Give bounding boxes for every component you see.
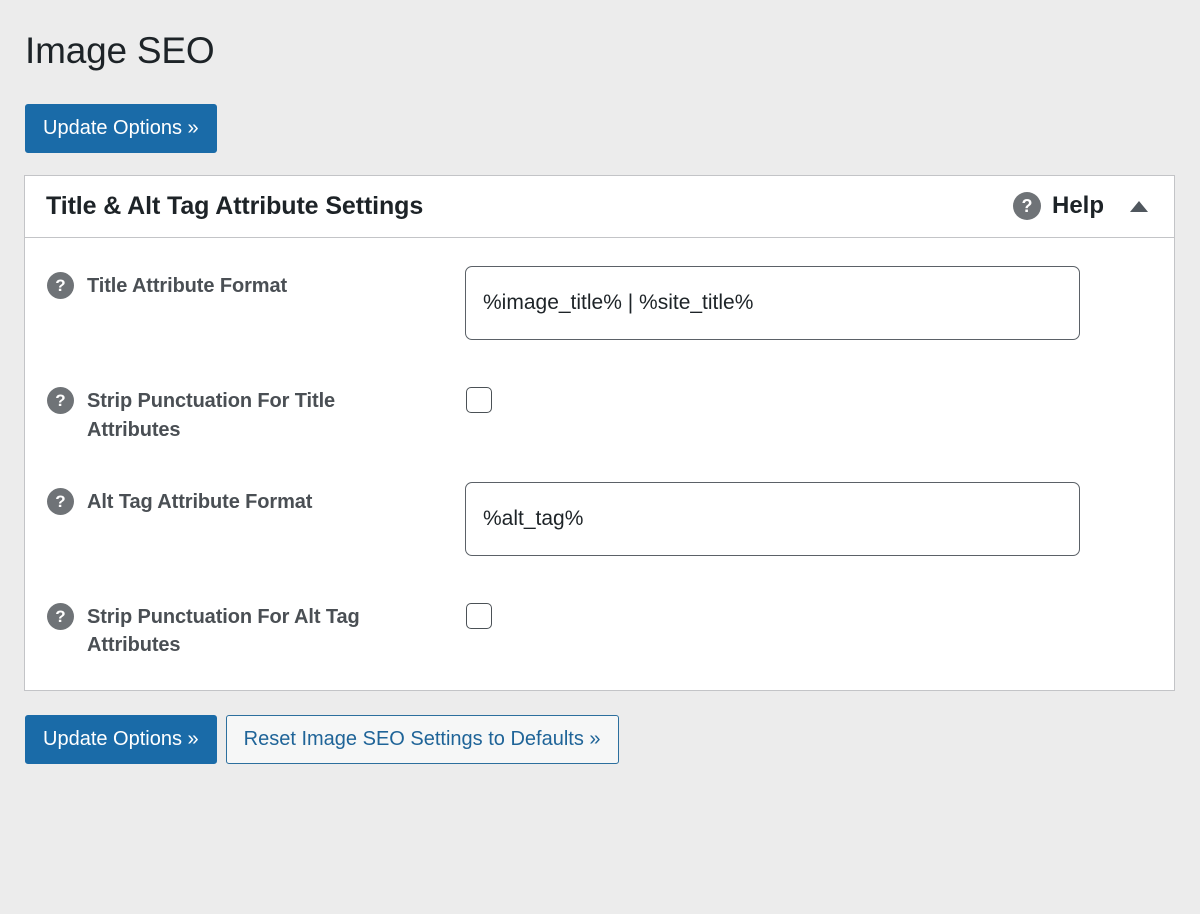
reset-settings-button[interactable]: Reset Image SEO Settings to Defaults » [226,715,619,764]
strip-punctuation-alt-tag-checkbox[interactable] [466,603,492,629]
strip-punctuation-title-checkbox[interactable] [466,387,492,413]
panel-header-actions: ? Help [1013,192,1156,220]
row-label: ? Strip Punctuation For Title Attributes [47,379,465,444]
field-label: Strip Punctuation For Alt Tag Attributes [87,603,417,660]
settings-panel: Title & Alt Tag Attribute Settings ? Hel… [24,175,1175,691]
image-seo-settings-page: Image SEO Update Options » Title & Alt T… [0,0,1200,914]
triangle-up-icon[interactable] [1130,201,1148,212]
form-row-title-attribute-format: ? Title Attribute Format [47,264,1152,340]
question-circle-icon[interactable]: ? [1013,192,1041,220]
row-label: ? Alt Tag Attribute Format [47,480,465,516]
form-row-strip-punctuation-title: ? Strip Punctuation For Title Attributes [47,379,1152,444]
top-action-bar: Update Options » [24,104,1176,153]
question-circle-icon[interactable]: ? [47,272,74,299]
panel-body: ? Title Attribute Format ? Strip Punctua… [25,238,1174,690]
row-label: ? Strip Punctuation For Alt Tag Attribut… [47,595,465,660]
field-label: Alt Tag Attribute Format [87,488,312,516]
bottom-action-bar: Update Options » Reset Image SEO Setting… [24,715,1176,764]
form-row-alt-tag-attribute-format: ? Alt Tag Attribute Format [47,480,1152,556]
form-row-strip-punctuation-alt-tag: ? Strip Punctuation For Alt Tag Attribut… [47,595,1152,660]
update-options-button-bottom[interactable]: Update Options » [25,715,217,764]
row-control [465,379,1152,413]
alt-tag-attribute-format-input[interactable] [465,482,1080,556]
update-options-button-top[interactable]: Update Options » [25,104,217,153]
panel-header: Title & Alt Tag Attribute Settings ? Hel… [25,176,1174,238]
question-circle-icon[interactable]: ? [47,603,74,630]
help-link[interactable]: Help [1052,192,1104,220]
page-title: Image SEO [25,22,1176,78]
question-circle-icon[interactable]: ? [47,488,74,515]
row-control [465,264,1152,340]
question-circle-icon[interactable]: ? [47,387,74,414]
panel-title: Title & Alt Tag Attribute Settings [46,192,423,221]
field-label: Title Attribute Format [87,272,287,300]
row-control [465,480,1152,556]
field-label: Strip Punctuation For Title Attributes [87,387,417,444]
title-attribute-format-input[interactable] [465,266,1080,340]
row-control [465,595,1152,629]
row-label: ? Title Attribute Format [47,264,465,300]
